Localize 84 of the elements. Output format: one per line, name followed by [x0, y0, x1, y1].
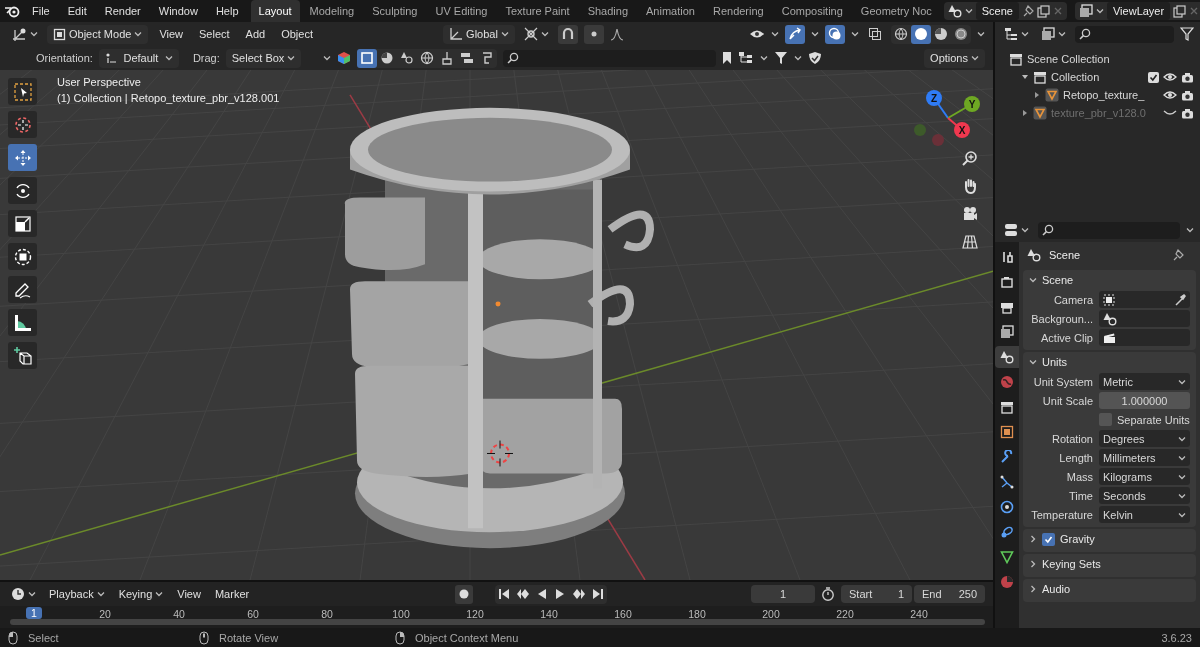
workspace-tab[interactable]: Layout	[250, 0, 300, 22]
frame-number: 80	[321, 608, 333, 620]
property-label: Length	[1058, 451, 1093, 464]
start-frame-field[interactable]: Start 1	[841, 585, 912, 603]
view-layer-name-field[interactable]: ViewLayer	[1107, 2, 1171, 20]
options-dropdown[interactable]: Options	[924, 48, 985, 68]
frame-number: 60	[247, 608, 259, 620]
menu-item[interactable]: Marker	[210, 584, 254, 604]
menu-item[interactable]: File	[24, 1, 58, 21]
frame-number: 20	[99, 608, 111, 620]
axis-handle[interactable]: Y	[964, 96, 980, 112]
property-label: Active Clip	[1040, 331, 1093, 344]
workspace-tab[interactable]: Animation	[638, 0, 703, 22]
scene-name-field[interactable]: Scene	[975, 2, 1019, 20]
menu-item[interactable]: View	[173, 584, 205, 604]
current-frame-marker[interactable]: 1	[26, 607, 42, 619]
current-frame-field[interactable]: 1	[751, 585, 815, 603]
outliner-item[interactable]: Collection	[1051, 71, 1144, 83]
end-frame-field[interactable]: End 250	[914, 585, 985, 603]
frame-number: 40	[173, 608, 185, 620]
workspace-tab[interactable]: Modeling	[301, 0, 363, 22]
unit-dropdown[interactable]: Metric	[1099, 373, 1190, 390]
property-label: Camera	[1052, 293, 1093, 306]
orientation-dropdown[interactable]: Global	[443, 24, 515, 44]
orientation-label: Orientation:	[36, 52, 93, 64]
menu-item[interactable]: Render	[96, 1, 149, 21]
panel-title[interactable]: Scene	[1042, 274, 1074, 286]
menu-item[interactable]: Window	[150, 1, 206, 21]
panel-title[interactable]: Keying Sets	[1042, 558, 1101, 570]
frame-number: 220	[836, 608, 854, 620]
axis-handle[interactable]: Z	[926, 90, 942, 106]
workspace-tab[interactable]: Texture Paint	[497, 0, 578, 22]
workspace-tab[interactable]: Sculpting	[364, 0, 426, 22]
status-hint: Select	[28, 631, 59, 644]
unit-dropdown[interactable]: Seconds	[1099, 487, 1190, 504]
status-hint: Rotate View	[219, 631, 279, 644]
menu-item[interactable]: Select	[194, 24, 235, 44]
workspace-tab[interactable]: Rendering	[704, 0, 772, 22]
number-field[interactable]: 1.000000	[1099, 392, 1190, 409]
drag-label: Drag:	[192, 52, 220, 64]
frame-number: 180	[688, 608, 706, 620]
menu-dropdown[interactable]: Playback	[45, 584, 109, 604]
viewport-info-text: User Perspective	[57, 76, 142, 88]
frame-number: 140	[540, 608, 558, 620]
menu-item[interactable]: Add	[240, 24, 271, 44]
panel-title[interactable]: Units	[1042, 356, 1068, 368]
mode-dropdown[interactable]: Object Mode	[47, 24, 149, 44]
panel-title[interactable]: Gravity	[1060, 533, 1095, 545]
property-label: Unit System	[1032, 375, 1093, 388]
property-label: Backgroun...	[1030, 312, 1093, 325]
menu-item[interactable]: View	[154, 24, 189, 44]
status-hint: Object Context Menu	[415, 631, 519, 644]
unit-dropdown[interactable]: Degrees	[1099, 430, 1190, 447]
property-label: Mass	[1065, 470, 1093, 483]
menu-item[interactable]: Object	[276, 24, 318, 44]
frame-number: 200	[762, 608, 780, 620]
panel-title[interactable]: Audio	[1042, 583, 1071, 595]
unit-dropdown[interactable]: Kilograms	[1099, 468, 1190, 485]
unit-dropdown[interactable]: Millimeters	[1099, 449, 1190, 466]
workspace-tab[interactable]: UV Editing	[427, 0, 496, 22]
workspace-tab[interactable]: Shading	[579, 0, 637, 22]
unit-dropdown[interactable]: Kelvin	[1099, 506, 1190, 523]
property-label: Rotation	[1051, 432, 1093, 445]
outliner-item[interactable]: Retopo_texture_	[1063, 89, 1159, 101]
frame-number: 160	[614, 608, 632, 620]
orientation-dropdown[interactable]: Default	[98, 48, 179, 68]
context-title: Scene	[1049, 249, 1082, 261]
frame-number: 100	[392, 608, 410, 620]
workspace-tab[interactable]: Compositing	[773, 0, 851, 22]
workspace-tab[interactable]: Geometry Noc	[852, 0, 940, 22]
menu-dropdown[interactable]: Keying	[114, 584, 168, 604]
version-text: 3.6.23	[1161, 631, 1192, 644]
frame-number: 120	[466, 608, 484, 620]
frame-number: 240	[910, 608, 928, 620]
property-label: Unit Scale	[1041, 394, 1093, 407]
menu-item[interactable]: Edit	[59, 1, 95, 21]
drag-dropdown[interactable]: Select Box	[225, 48, 302, 68]
property-label: Temperature	[1030, 508, 1093, 521]
menu-item[interactable]: Help	[207, 1, 247, 21]
property-label: Time	[1067, 489, 1093, 502]
outliner-item[interactable]: Scene Collection	[1027, 53, 1194, 65]
viewport-info-text: (1) Collection | Retopo_texture_pbr_v128.001	[57, 92, 280, 104]
axis-handle[interactable]: X	[954, 122, 970, 138]
checkbox-label: Separate Units	[1117, 413, 1190, 426]
